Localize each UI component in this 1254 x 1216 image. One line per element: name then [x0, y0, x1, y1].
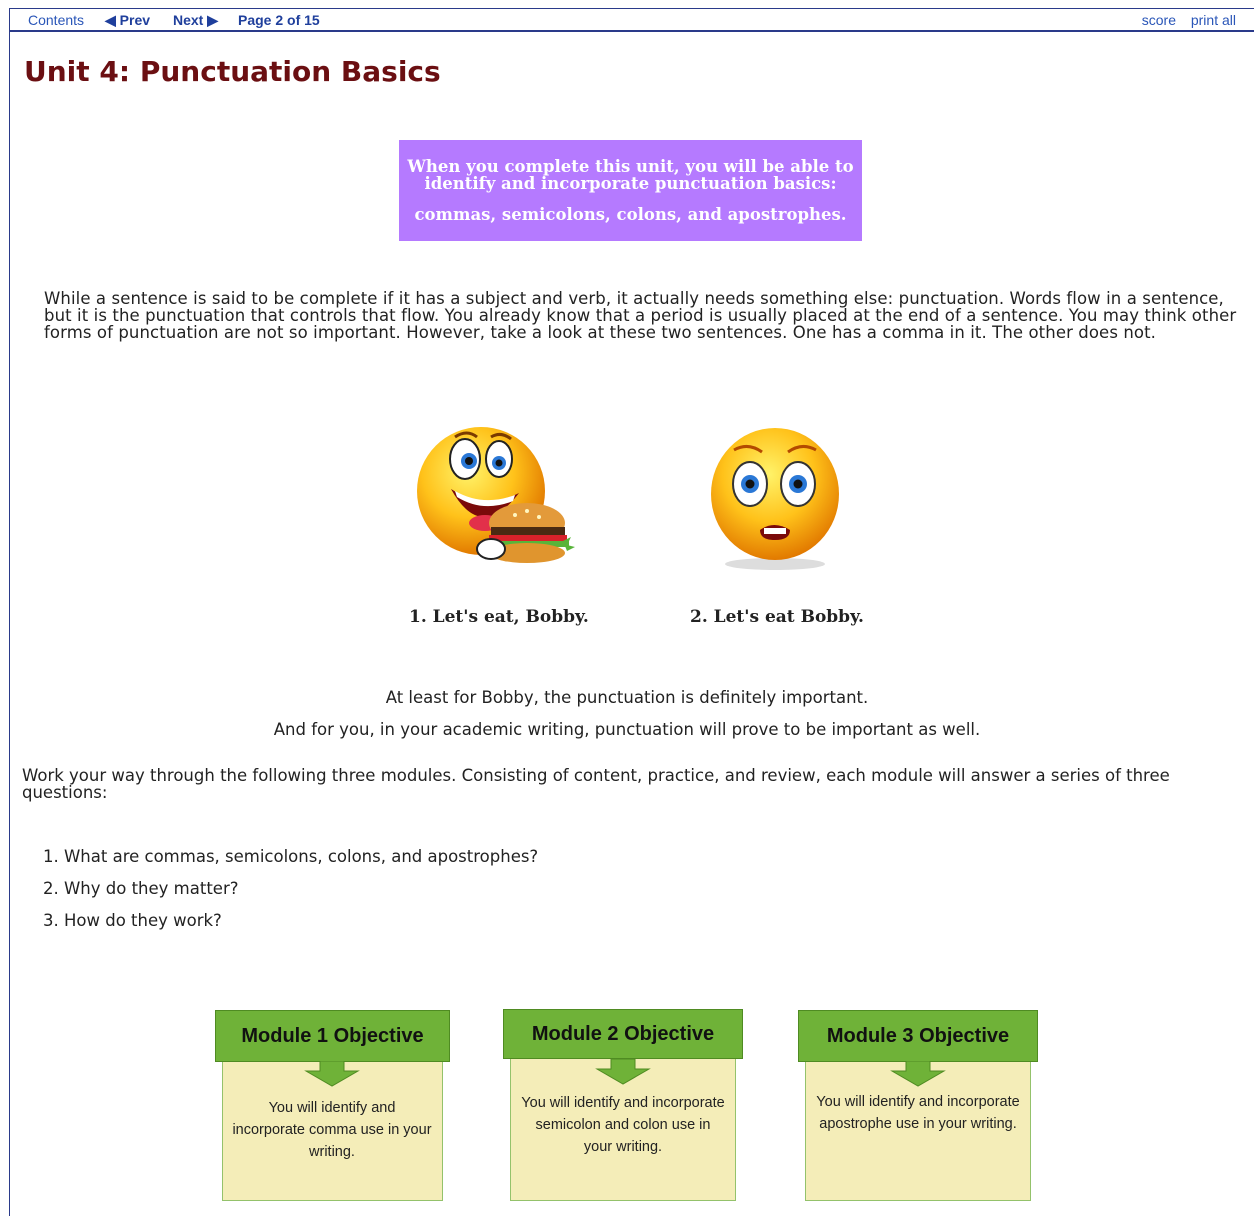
- next-link[interactable]: Next ▶: [173, 12, 218, 29]
- intro-paragraph: While a sentence is said to be complete …: [44, 289, 1237, 342]
- arrow-down-icon: [304, 1061, 360, 1087]
- module-1-text: You will identify and incorporate comma …: [232, 1100, 432, 1160]
- scared-emoji: [711, 428, 839, 570]
- module-3-title: Module 3 Objective: [798, 1010, 1038, 1062]
- module-3-text: You will identify and incorporate apostr…: [816, 1094, 1020, 1132]
- remark-2: And for you, in your academic writing, p…: [273, 720, 981, 739]
- example-caption-2: 2. Let's eat Bobby.: [690, 607, 864, 627]
- unit-objective-box: When you complete this unit, you will be…: [399, 140, 862, 241]
- module-2-text: You will identify and incorporate semico…: [521, 1095, 725, 1155]
- modules-intro-paragraph: Work your way through the following thre…: [22, 766, 1170, 802]
- contents-link[interactable]: Contents: [28, 12, 84, 28]
- top-navigation: Contents ◀ Prev Next ▶ Page 2 of 15 scor…: [10, 9, 1254, 32]
- list-item: 1. What are commas, semicolons, colons, …: [43, 847, 539, 866]
- module-2-title: Module 2 Objective: [503, 1009, 743, 1059]
- print-all-link[interactable]: print all: [1191, 12, 1236, 28]
- list-item: 2. Why do they matter?: [43, 879, 239, 898]
- objective-text: When you complete this unit, you will be…: [407, 157, 854, 193]
- prev-link[interactable]: ◀ Prev: [105, 12, 150, 29]
- objective-list: commas, semicolons, colons, and apostrop…: [414, 205, 847, 224]
- remark-1: At least for Bobby, the punctuation is d…: [385, 688, 869, 707]
- list-item: 3. How do they work?: [43, 911, 222, 930]
- page-indicator: Page 2 of 15: [238, 12, 320, 28]
- module-1-title: Module 1 Objective: [215, 1010, 450, 1062]
- question-list: 1. What are commas, semicolons, colons, …: [43, 847, 538, 943]
- score-link[interactable]: score: [1142, 12, 1176, 28]
- page-title: Unit 4: Punctuation Basics: [24, 55, 441, 88]
- example-caption-1: 1. Let's eat, Bobby.: [409, 607, 589, 627]
- arrow-down-icon: [890, 1061, 946, 1087]
- happy-eating-burger-emoji: [417, 427, 575, 563]
- arrow-down-icon: [595, 1059, 651, 1085]
